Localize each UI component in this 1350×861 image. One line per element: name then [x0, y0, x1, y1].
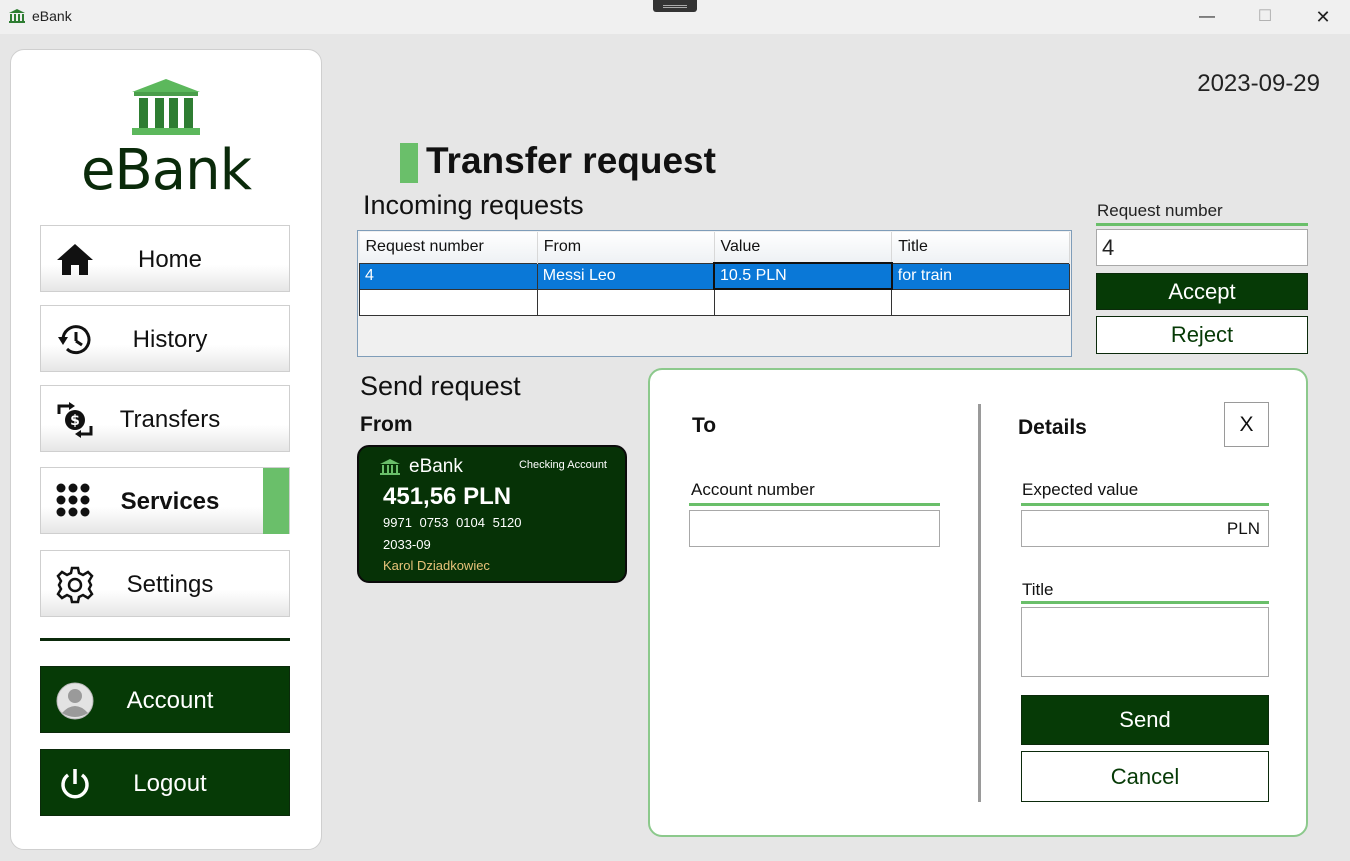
- account-button[interactable]: Account: [40, 666, 290, 733]
- send-request-panel: To Account number Details X Expected val…: [648, 368, 1308, 837]
- nav-settings-button[interactable]: Settings: [40, 550, 290, 617]
- nav-transfers-button[interactable]: $ Transfers: [40, 385, 290, 452]
- close-window-button[interactable]: ✕: [1293, 0, 1350, 34]
- nav-services-button[interactable]: Services: [40, 467, 290, 534]
- card-number: 9971 0753 0104 5120: [383, 515, 522, 530]
- table-cell[interactable]: [713, 288, 893, 316]
- logo-text: eBank: [80, 138, 252, 203]
- bank-logo-icon: [132, 79, 200, 135]
- table-row-new[interactable]: [359, 288, 1070, 316]
- title-bar: eBank — ☐ ✕: [0, 0, 1350, 34]
- sidebar: eBank Home History $ Transfers Services …: [10, 49, 322, 850]
- title-underline: [1021, 601, 1269, 604]
- table-row[interactable]: 4 Messi Leo 10.5 PLN for train: [359, 262, 1070, 290]
- table-cell[interactable]: [891, 288, 1070, 316]
- transfers-icon: $: [57, 402, 93, 438]
- maximize-button[interactable]: ☐: [1235, 0, 1295, 34]
- close-panel-button[interactable]: X: [1224, 402, 1269, 447]
- table-cell[interactable]: 4: [359, 262, 538, 290]
- active-indicator: [263, 468, 289, 534]
- request-number-input[interactable]: 4: [1096, 229, 1308, 266]
- account-number-underline: [689, 503, 940, 506]
- current-date: 2023-09-29: [1197, 70, 1320, 97]
- panel-separator: [978, 404, 981, 802]
- title-input[interactable]: [1021, 607, 1269, 677]
- account-card[interactable]: eBank Checking Account 451,56 PLN 9971 0…: [357, 445, 627, 583]
- table-cell[interactable]: for train: [891, 262, 1070, 290]
- card-account-type: Checking Account: [518, 459, 607, 471]
- nav-transfers-label: Transfers: [119, 406, 221, 433]
- logout-button[interactable]: Logout: [40, 749, 290, 816]
- table-cell[interactable]: [536, 288, 715, 316]
- services-icon: [56, 483, 90, 517]
- nav-settings-label: Settings: [126, 571, 214, 598]
- table-header-row: Request number From Value Title: [359, 232, 1070, 263]
- column-header[interactable]: Request number: [359, 232, 538, 263]
- reject-button[interactable]: Reject: [1096, 316, 1308, 354]
- card-expiry: 2033-09: [383, 537, 431, 552]
- settings-icon: [56, 566, 94, 604]
- window-title: eBank: [32, 8, 72, 24]
- column-header[interactable]: Title: [891, 232, 1070, 263]
- drag-grip[interactable]: [653, 0, 697, 12]
- incoming-requests-heading: Incoming requests: [363, 190, 584, 220]
- request-number-label: Request number: [1097, 201, 1223, 220]
- incoming-requests-table[interactable]: Request number From Value Title 4 Messi …: [357, 230, 1072, 357]
- account-label: Account: [126, 687, 214, 714]
- account-number-label: Account number: [691, 480, 815, 499]
- expected-value-input[interactable]: PLN: [1021, 510, 1269, 547]
- card-bank-name: eBank: [409, 456, 463, 477]
- details-label: Details: [1018, 416, 1087, 439]
- send-button[interactable]: Send: [1021, 695, 1269, 745]
- table-cell[interactable]: [359, 288, 538, 316]
- expected-value-underline: [1021, 503, 1269, 506]
- account-number-input[interactable]: [689, 510, 940, 547]
- power-icon: [61, 769, 89, 799]
- minimize-button[interactable]: —: [1177, 0, 1237, 34]
- from-label: From: [360, 413, 413, 436]
- bank-icon: [380, 459, 400, 475]
- nav-home-label: Home: [137, 246, 203, 273]
- nav-history-label: History: [132, 326, 208, 353]
- nav-home-button[interactable]: Home: [40, 225, 290, 292]
- avatar-icon: [56, 682, 94, 720]
- nav-services-label: Services: [120, 488, 220, 515]
- heading-accent: [400, 143, 418, 183]
- logout-label: Logout: [133, 770, 207, 797]
- column-header[interactable]: From: [537, 232, 715, 263]
- column-header[interactable]: Value: [714, 232, 893, 263]
- svg-text:$: $: [70, 413, 80, 429]
- title-label: Title: [1022, 580, 1054, 599]
- history-icon: [58, 325, 91, 355]
- accept-button[interactable]: Accept: [1096, 273, 1308, 310]
- to-label: To: [692, 414, 717, 437]
- expected-value-label: Expected value: [1022, 480, 1139, 499]
- home-icon: [57, 244, 93, 275]
- send-request-heading: Send request: [360, 371, 521, 401]
- cancel-button[interactable]: Cancel: [1021, 751, 1269, 802]
- nav-history-button[interactable]: History: [40, 305, 290, 372]
- sidebar-divider: [40, 638, 290, 641]
- request-number-underline: [1096, 223, 1308, 226]
- card-holder: Karol Dziadkowiec: [383, 558, 490, 573]
- table-cell[interactable]: 10.5 PLN: [713, 262, 893, 290]
- table-cell[interactable]: Messi Leo: [536, 262, 715, 290]
- card-balance: 451,56 PLN: [383, 483, 512, 510]
- page-title: Transfer request: [426, 140, 716, 181]
- bank-icon: [9, 9, 25, 23]
